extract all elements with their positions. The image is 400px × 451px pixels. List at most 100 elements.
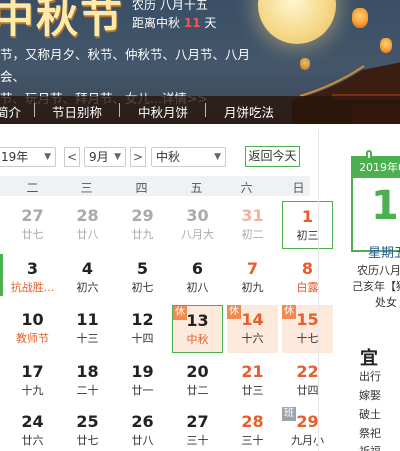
calendar-day[interactable]: 28 三十 (227, 407, 278, 451)
calendar-day[interactable]: 24 廿六 (7, 407, 58, 451)
lunar-day-label: 初二 (241, 228, 264, 241)
next-month-button[interactable]: > (130, 147, 146, 167)
weekday-label: 二 (26, 181, 39, 195)
panel-divider (318, 130, 319, 451)
suitable-item: 破土 (359, 408, 381, 421)
calendar-day[interactable]: 26 廿八 (117, 407, 168, 451)
lunar-day-label: 三十 (241, 434, 264, 447)
lunar-day-label: 廿一 (131, 384, 154, 397)
lunar-day-label: 教师节 (16, 332, 49, 345)
tab-divider (119, 103, 120, 117)
weekday-header: 二 三 四 五 六 日 (0, 176, 310, 196)
tab-aliases[interactable]: 节日别称 (52, 102, 102, 121)
chevron-down-icon: ▼ (114, 152, 121, 162)
prev-month-button[interactable]: < (64, 147, 80, 167)
tab-intro[interactable]: 简介 (0, 102, 21, 121)
month-select-value: 9月 (89, 150, 109, 164)
day-number: 6 (191, 259, 204, 278)
selected-cell-edge (0, 254, 3, 296)
calendar-day[interactable]: 休 15 十七 (282, 305, 333, 353)
holiday-select[interactable]: 中秋 ▼ (151, 147, 226, 167)
lunar-day-label: 廿八 (76, 228, 99, 241)
lunar-day-label: 廿二 (186, 384, 209, 397)
calendar-day[interactable]: 11 十三 (62, 305, 113, 353)
weekday-label: 三 (80, 181, 93, 195)
calendar-day[interactable]: 17 十九 (7, 357, 58, 405)
calendar-day[interactable]: 5 初七 (117, 254, 168, 302)
lunar-day-label: 十九 (21, 384, 44, 397)
calendar-day[interactable]: 10 教师节 (7, 305, 58, 353)
calendar-day[interactable]: 25 廿七 (62, 407, 113, 451)
tab-divider (205, 103, 206, 117)
calendar-day-selected[interactable]: 1 初三 (282, 201, 333, 249)
calendar-day[interactable]: 27 廿七 (7, 201, 58, 249)
day-number: 11 (76, 310, 99, 329)
lantern-icon (380, 38, 392, 53)
suitable-item: 嫁娶 (359, 389, 381, 402)
lunar-day-label: 廿七 (76, 434, 99, 447)
calendar-day[interactable]: 3 抗战胜... (7, 254, 58, 302)
lunar-day-label: 白露 (296, 281, 319, 294)
lunar-day-label: 十七 (296, 332, 319, 345)
tab-mooncake[interactable]: 中秋月饼 (138, 102, 188, 121)
calendar-day[interactable]: 6 初八 (172, 254, 223, 302)
lunar-day-label: 廿六 (21, 434, 44, 447)
calendar-day[interactable]: 27 三十 (172, 407, 223, 451)
calendar-day[interactable]: 30 八月大 (172, 201, 223, 249)
calendar-day[interactable]: 18 二十 (62, 357, 113, 405)
panel-lunar-date: 农历八月十 (357, 264, 400, 277)
day-number: 30 (186, 206, 209, 225)
holiday-badge: 休 (173, 306, 187, 320)
calendar-day[interactable]: 22 廿四 (282, 357, 333, 405)
lunar-day-label: 初九 (241, 281, 264, 294)
panel-ganzhi: 己亥年【猪 (352, 280, 400, 293)
day-number: 12 (131, 310, 154, 329)
day-number: 5 (136, 259, 149, 278)
tab-divider (34, 103, 35, 117)
calendar-day[interactable]: 8 白露 (282, 254, 333, 302)
calendar-day[interactable]: 19 廿一 (117, 357, 168, 405)
lunar-day-label: 初七 (131, 281, 154, 294)
year-select-value: 19年 (1, 150, 29, 164)
lunar-day-label: 十四 (131, 332, 154, 345)
lunar-day-label: 十三 (76, 332, 99, 345)
day-number: 29 (131, 206, 154, 225)
today-date-card: 2019年0 13 (351, 156, 400, 252)
calendar-day[interactable]: 班 29 九月小 (282, 407, 333, 451)
day-number: 27 (186, 412, 209, 431)
lunar-day-label: 廿八 (131, 434, 154, 447)
calendar-day[interactable]: 31 初二 (227, 201, 278, 249)
countdown-prefix: 距离中秋 (132, 16, 181, 30)
panel-zodiac-sign: 处女 (375, 296, 397, 309)
date-card-header: 2019年0 (353, 158, 400, 178)
festival-title: 中秋节 (0, 0, 125, 42)
calendar-day-festival[interactable]: 休 13 中秋 (172, 305, 223, 353)
calendar-day[interactable]: 28 廿八 (62, 201, 113, 249)
calendar-day[interactable]: 20 廿二 (172, 357, 223, 405)
calendar-day[interactable]: 7 初九 (227, 254, 278, 302)
tab-mooncake-eating[interactable]: 月饼吃法 (224, 102, 274, 121)
calendar-day[interactable]: 12 十四 (117, 305, 168, 353)
calendar-day[interactable]: 休 14 十六 (227, 305, 278, 353)
day-number: 10 (21, 310, 44, 329)
day-number: 21 (241, 362, 264, 381)
festival-tab-bar: 简介 节日别称 中秋月饼 月饼吃法 (0, 96, 400, 124)
year-select[interactable]: 19年 ▼ (0, 147, 56, 167)
lunar-day-label: 三十 (186, 434, 209, 447)
back-to-today-button[interactable]: 返回今天 (245, 146, 300, 167)
calendar-day[interactable]: 4 初六 (62, 254, 113, 302)
holiday-select-value: 中秋 (156, 150, 181, 164)
chevron-down-icon: ▼ (44, 152, 51, 162)
calendar-day[interactable]: 29 廿九 (117, 201, 168, 249)
day-number: 24 (21, 412, 44, 431)
holiday-badge: 休 (227, 305, 241, 319)
month-select[interactable]: 9月 ▼ (84, 147, 126, 167)
suitable-item: 祭祀 (359, 427, 381, 440)
lunar-day-label: 廿七 (21, 228, 44, 241)
calendar-page: 中秋节 农历 八月十五 距离中秋 11 天 节，又称月夕、秋节、仲秋节、八月节、… (0, 0, 400, 451)
festival-banner: 中秋节 农历 八月十五 距离中秋 11 天 节，又称月夕、秋节、仲秋节、八月节、… (0, 0, 400, 124)
day-number: 22 (296, 362, 319, 381)
alias-line-1: 节，又称月夕、秋节、仲秋节、八月节、八月会、 (0, 47, 251, 84)
calendar-day[interactable]: 21 廿三 (227, 357, 278, 405)
lunar-day-label: 廿四 (296, 384, 319, 397)
